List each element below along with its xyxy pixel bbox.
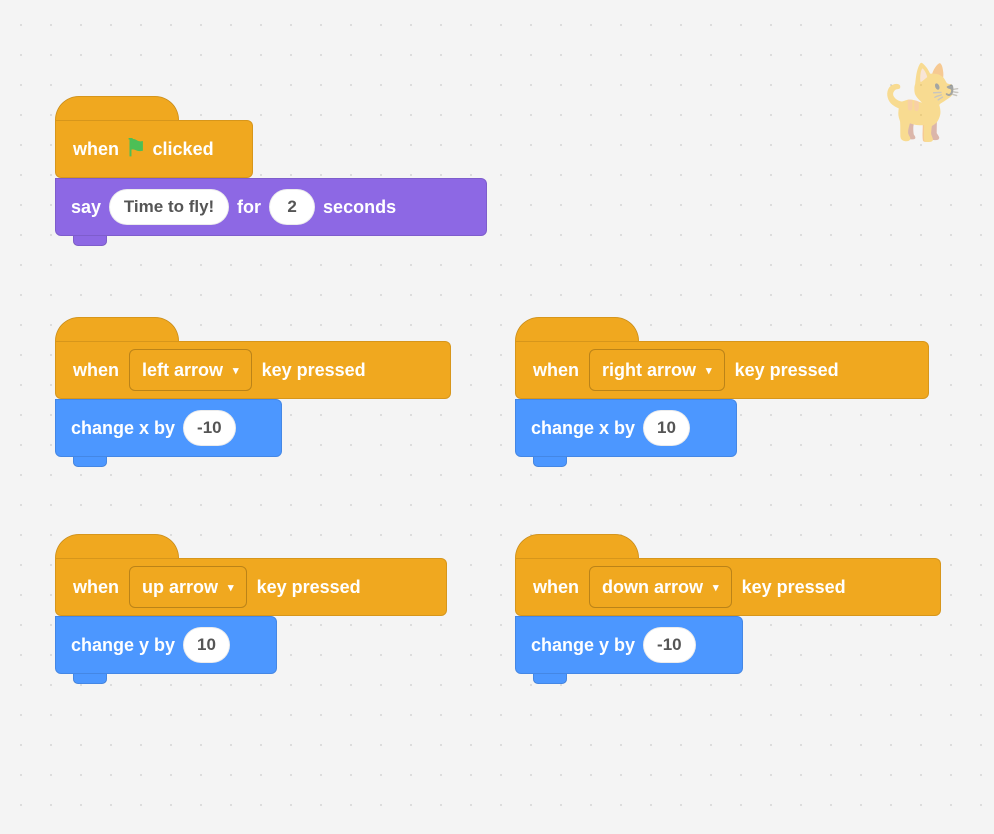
script-flag: when ⚑ clicked say Time to fly! for 2 se…: [55, 120, 487, 236]
hat-when-key-up[interactable]: when up arrow ▾ key pressed: [55, 558, 447, 616]
label-when: when: [73, 577, 119, 598]
label-change-y: change y by: [531, 635, 635, 656]
label-for: for: [237, 197, 261, 218]
label-key-pressed: key pressed: [262, 360, 366, 381]
label-when: when: [533, 360, 579, 381]
block-change-x-left[interactable]: change x by -10: [55, 399, 282, 457]
chevron-down-icon: ▾: [713, 581, 719, 594]
block-say-for-seconds[interactable]: say Time to fly! for 2 seconds: [55, 178, 487, 236]
label-when: when: [73, 360, 119, 381]
dropdown-key-left-label: left arrow: [142, 360, 223, 381]
script-up: when up arrow ▾ key pressed change y by …: [55, 558, 447, 674]
hat-when-flag-clicked[interactable]: when ⚑ clicked: [55, 120, 253, 178]
dropdown-key-down[interactable]: down arrow ▾: [589, 566, 732, 608]
script-down: when down arrow ▾ key pressed change y b…: [515, 558, 941, 674]
label-key-pressed: key pressed: [735, 360, 839, 381]
label-when: when: [73, 139, 119, 160]
dropdown-key-up[interactable]: up arrow ▾: [129, 566, 247, 608]
hat-when-key-left[interactable]: when left arrow ▾ key pressed: [55, 341, 451, 399]
input-change-y-up[interactable]: 10: [183, 627, 230, 663]
input-say-text[interactable]: Time to fly!: [109, 189, 229, 225]
script-left: when left arrow ▾ key pressed change x b…: [55, 341, 451, 457]
hat-when-key-down[interactable]: when down arrow ▾ key pressed: [515, 558, 941, 616]
label-change-x: change x by: [531, 418, 635, 439]
hat-when-key-right[interactable]: when right arrow ▾ key pressed: [515, 341, 929, 399]
script-right: when right arrow ▾ key pressed change x …: [515, 341, 929, 457]
chevron-down-icon: ▾: [706, 364, 712, 377]
chevron-down-icon: ▾: [233, 364, 239, 377]
input-change-x-left[interactable]: -10: [183, 410, 236, 446]
label-when: when: [533, 577, 579, 598]
dropdown-key-right-label: right arrow: [602, 360, 696, 381]
scratch-cat-icon: 🐈: [878, 60, 968, 145]
block-change-y-down[interactable]: change y by -10: [515, 616, 743, 674]
input-change-x-right[interactable]: 10: [643, 410, 690, 446]
dropdown-key-left[interactable]: left arrow ▾: [129, 349, 252, 391]
label-key-pressed: key pressed: [742, 577, 846, 598]
label-change-y: change y by: [71, 635, 175, 656]
block-change-y-up[interactable]: change y by 10: [55, 616, 277, 674]
input-change-y-down[interactable]: -10: [643, 627, 696, 663]
input-say-seconds[interactable]: 2: [269, 189, 315, 225]
dropdown-key-down-label: down arrow: [602, 577, 703, 598]
label-clicked: clicked: [153, 139, 214, 160]
label-say: say: [71, 197, 101, 218]
green-flag-icon: ⚑: [125, 137, 147, 161]
label-change-x: change x by: [71, 418, 175, 439]
chevron-down-icon: ▾: [228, 581, 234, 594]
dropdown-key-up-label: up arrow: [142, 577, 218, 598]
label-key-pressed: key pressed: [257, 577, 361, 598]
label-seconds: seconds: [323, 197, 396, 218]
dropdown-key-right[interactable]: right arrow ▾: [589, 349, 725, 391]
block-change-x-right[interactable]: change x by 10: [515, 399, 737, 457]
